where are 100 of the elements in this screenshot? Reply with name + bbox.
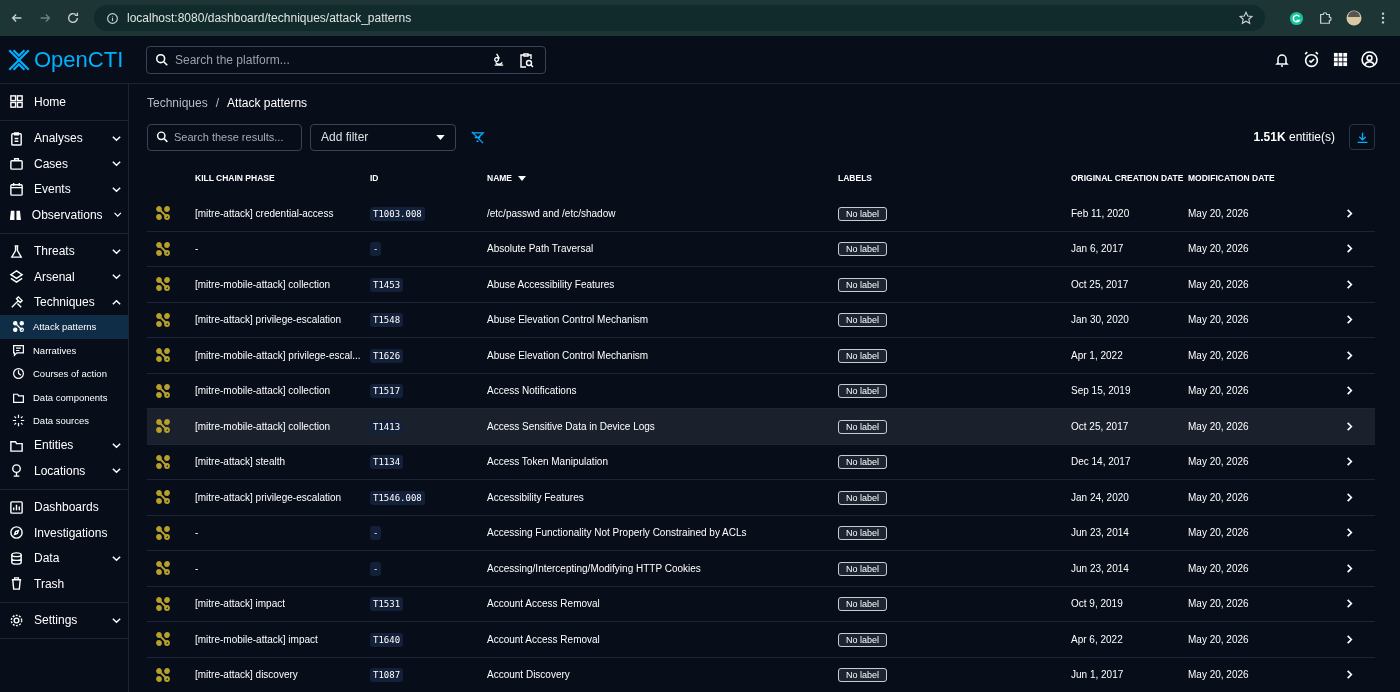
column-header[interactable]: MODIFICATION DATE bbox=[1188, 173, 1275, 183]
table-cell: Abuse Elevation Control Mechanism bbox=[487, 314, 649, 326]
id-code: T1003.008 bbox=[370, 206, 425, 221]
column-header[interactable]: NAME bbox=[487, 173, 527, 183]
url-text: localhost:8080/dashboard/techniques/attack_patterns bbox=[127, 11, 412, 25]
chevron-right-icon[interactable] bbox=[1344, 527, 1355, 539]
trash-icon bbox=[9, 576, 24, 592]
nav-item[interactable]: Entities bbox=[0, 432, 128, 458]
table-row[interactable]: - - Absolute Path Traversal No label Jan 6, 2017 May 20, 2026 bbox=[147, 231, 1375, 267]
label-chip: No label bbox=[838, 597, 888, 612]
breadcrumb-separator: / bbox=[215, 96, 220, 110]
microscope-icon[interactable] bbox=[491, 51, 506, 67]
apps-grid-icon[interactable] bbox=[1333, 52, 1348, 67]
nav-item[interactable]: Analyses bbox=[0, 125, 128, 151]
nav-subitem[interactable]: Data sources bbox=[0, 409, 128, 433]
logo-text[interactable]: OpenCTI bbox=[34, 46, 124, 73]
table-cell: Accessing Functionality Not Properly Constrained by ACLs bbox=[487, 527, 747, 539]
table-cell: May 20, 2026 bbox=[1188, 562, 1249, 574]
chevron-right-icon[interactable] bbox=[1344, 243, 1355, 255]
puzzle-icon[interactable] bbox=[1318, 11, 1332, 25]
nav-item[interactable]: Dashboards bbox=[0, 494, 128, 520]
clear-filter-icon[interactable] bbox=[470, 129, 485, 145]
table-row[interactable]: [mitre-mobile-attack] impact T1640 Account Access Removal No label Apr 6, 2022 May 20, 2026 bbox=[147, 622, 1375, 658]
table-row[interactable]: [mitre-mobile-attack] collection T1413 Access Sensitive Data in Device Logs No label Oct 25, 2017 May 20, 2026 bbox=[147, 409, 1375, 445]
nav-subitem[interactable]: Courses of action bbox=[0, 362, 128, 386]
table-cell: [mitre-attack] privilege-escalation bbox=[195, 491, 342, 503]
reload-icon[interactable] bbox=[66, 11, 80, 25]
nav-item[interactable]: Events bbox=[0, 176, 128, 202]
address-bar[interactable]: localhost:8080/dashboard/techniques/attack_patterns bbox=[94, 5, 1265, 31]
table-cell: Accessibility Features bbox=[487, 491, 584, 503]
search-icon bbox=[155, 52, 169, 67]
chevron-right-icon[interactable] bbox=[1344, 562, 1355, 574]
clipboard-search-icon[interactable] bbox=[518, 51, 534, 68]
table-cell: [mitre-attack] discovery bbox=[195, 669, 298, 681]
label-chip: No label bbox=[838, 632, 888, 647]
nav-item[interactable]: Data bbox=[0, 545, 128, 571]
nav-subitem[interactable]: Narratives bbox=[0, 338, 128, 362]
nav-subitem[interactable]: Data components bbox=[0, 385, 128, 409]
chevron-right-icon[interactable] bbox=[1344, 420, 1355, 432]
table-row[interactable]: [mitre-mobile-attack] privilege-escal... T1626 Abuse Elevation Control Mechanism No label Apr 1, 2022 May 20, 2026 bbox=[147, 338, 1375, 374]
export-button[interactable] bbox=[1349, 124, 1375, 150]
bell-icon[interactable] bbox=[1274, 51, 1290, 68]
alarm-clock-icon[interactable] bbox=[1303, 51, 1320, 68]
nav-item[interactable]: Investigations bbox=[0, 520, 128, 546]
results-search-field[interactable]: Search these results... bbox=[147, 123, 302, 151]
table-row[interactable]: [mitre-attack] impact T1531 Account Access Removal No label Oct 9, 2019 May 20, 2026 bbox=[147, 586, 1375, 622]
id-code: T1546.008 bbox=[370, 490, 425, 505]
filter-dropdown[interactable]: Add filter bbox=[310, 123, 456, 151]
search-icon bbox=[156, 130, 169, 144]
table-cell: Absolute Path Traversal bbox=[487, 243, 594, 255]
table-row[interactable]: [mitre-attack] privilege-escalation T1548 Abuse Elevation Control Mechanism No label Jan 30, 2020 May 20, 2026 bbox=[147, 302, 1375, 338]
column-header[interactable]: ID bbox=[370, 173, 379, 183]
chevron-right-icon[interactable] bbox=[1344, 598, 1355, 610]
star-icon[interactable] bbox=[1239, 11, 1253, 25]
nav-item[interactable]: Techniques bbox=[0, 289, 128, 315]
table-row[interactable]: [mitre-attack] discovery T1087 Account Discovery No label Jun 1, 2017 May 20, 2026 bbox=[147, 657, 1375, 692]
pattern-icon bbox=[155, 595, 171, 612]
nav-subitem[interactable]: Attack patterns bbox=[0, 315, 128, 339]
briefcase-icon bbox=[9, 156, 24, 172]
chevron-right-icon[interactable] bbox=[1344, 669, 1355, 681]
nav-item[interactable]: Cases bbox=[0, 151, 128, 177]
chevron-right-icon[interactable] bbox=[1344, 314, 1355, 326]
table-row[interactable]: - - Accessing/Intercepting/Modifying HTTP Cookies No label Jun 23, 2014 May 20, 2026 bbox=[147, 551, 1375, 587]
table-cell: [mitre-attack] credential-access bbox=[195, 207, 334, 219]
nav-item[interactable]: Locations bbox=[0, 458, 128, 484]
chevron-right-icon[interactable] bbox=[1344, 633, 1355, 645]
table-row[interactable]: [mitre-mobile-attack] collection T1453 Abuse Accessibility Features No label Oct 25, 2017 May 20, 2026 bbox=[147, 267, 1375, 303]
label-chip: No label bbox=[838, 348, 888, 363]
database-icon bbox=[9, 550, 24, 566]
id-code: T1517 bbox=[370, 384, 404, 399]
search-field[interactable]: Search the platform... bbox=[146, 45, 546, 74]
nav-item[interactable]: Trash bbox=[0, 571, 128, 597]
account-icon[interactable] bbox=[1361, 51, 1378, 68]
breadcrumb-item[interactable]: Techniques bbox=[147, 96, 208, 110]
nav-item[interactable]: Observations bbox=[0, 202, 128, 228]
column-header[interactable]: KILL CHAIN PHASE bbox=[195, 173, 275, 183]
nav-item[interactable]: Home bbox=[0, 89, 128, 115]
table-row[interactable]: [mitre-attack] stealth T1134 Access Token Manipulation No label Dec 14, 2017 May 20, 2026 bbox=[147, 444, 1375, 480]
chevron-right-icon[interactable] bbox=[1344, 349, 1355, 361]
entity-count: 1.51K entitie(s) bbox=[1253, 130, 1335, 144]
column-header[interactable]: LABELS bbox=[838, 173, 872, 183]
avatar-icon[interactable] bbox=[1346, 10, 1362, 26]
nav-item[interactable]: Arsenal bbox=[0, 264, 128, 290]
extension-g-icon[interactable] bbox=[1289, 10, 1304, 26]
chevron-right-icon[interactable] bbox=[1344, 278, 1355, 290]
chevron-right-icon[interactable] bbox=[1344, 491, 1355, 503]
chevron-right-icon[interactable] bbox=[1344, 207, 1355, 219]
chevron-right-icon[interactable] bbox=[1344, 456, 1355, 468]
clock-icon bbox=[12, 367, 25, 381]
table-cell: May 20, 2026 bbox=[1188, 207, 1249, 219]
table-row[interactable]: [mitre-attack] credential-access T1003.008 /etc/passwd and /etc/shadow No label Feb 11, 2020 May 20, 2026 bbox=[147, 196, 1375, 232]
column-header[interactable]: ORIGINAL CREATION DATE bbox=[1071, 173, 1184, 183]
table-cell: [mitre-mobile-attack] impact bbox=[195, 633, 318, 645]
table-row[interactable]: - - Accessing Functionality Not Properly Constrained by ACLs No label Jun 23, 2014 May 20, 2026 bbox=[147, 515, 1375, 551]
nav-item[interactable]: Settings bbox=[0, 607, 128, 633]
forward-icon[interactable] bbox=[38, 11, 52, 25]
back-icon[interactable] bbox=[10, 11, 24, 25]
table-row[interactable]: [mitre-attack] privilege-escalation T1546.008 Accessibility Features No label Jan 24, 2020 May 20, 2026 bbox=[147, 480, 1375, 516]
chevron-right-icon[interactable] bbox=[1344, 385, 1355, 397]
nav-item[interactable]: Threats bbox=[0, 238, 128, 264]
